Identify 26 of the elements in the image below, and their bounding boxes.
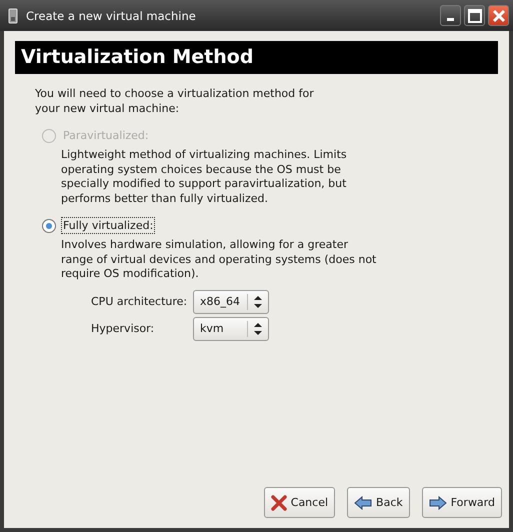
intro-text: You will need to choose a virtualization method for your new virtual machine: bbox=[35, 86, 315, 116]
field-label: Hypervisor: bbox=[91, 322, 156, 335]
right-arrow-icon bbox=[428, 496, 447, 510]
left-arrow-icon bbox=[354, 496, 372, 510]
page-header: Virtualization Method bbox=[15, 41, 498, 74]
back-button[interactable]: Back bbox=[347, 487, 410, 518]
cancel-button[interactable]: Cancel bbox=[264, 487, 336, 518]
close-button[interactable] bbox=[488, 5, 509, 26]
maximize-button[interactable] bbox=[464, 5, 485, 26]
combo-box[interactable]: x86_64 bbox=[193, 290, 269, 314]
app-icon bbox=[8, 8, 18, 24]
spinner-icon bbox=[254, 322, 262, 334]
window-title: Create a new virtual machine bbox=[26, 8, 197, 22]
field-label: CPU architecture: bbox=[91, 295, 188, 308]
option-description: Involves hardware simulation, allowing for a greater range of virtual devices and operating systems (does not require OS modification). bbox=[61, 238, 378, 282]
combo-box[interactable]: kvm bbox=[193, 316, 269, 340]
radio-button[interactable] bbox=[42, 218, 56, 232]
option-description: Lightweight method of virtualizing machines. Limits operating system choices because the OS must be specially modified to support paravirtualization, but performs better than fully virtualized. bbox=[61, 148, 348, 206]
close-icon bbox=[492, 8, 506, 22]
spinner-icon bbox=[254, 296, 262, 308]
maximize-icon bbox=[468, 8, 482, 22]
forward-button[interactable]: Forward bbox=[422, 487, 502, 518]
minimize-icon bbox=[447, 18, 454, 20]
radio-label[interactable]: Fully virtualized: bbox=[62, 218, 154, 233]
x-icon bbox=[270, 494, 287, 510]
minimize-button[interactable] bbox=[440, 5, 461, 26]
